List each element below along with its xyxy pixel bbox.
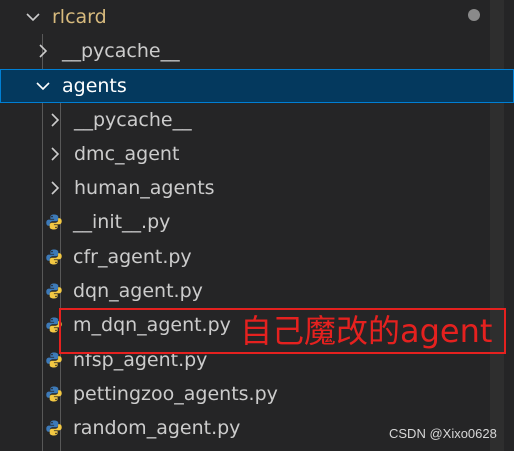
tree-item-label: agents xyxy=(62,75,127,97)
python-icon xyxy=(45,213,63,231)
python-icon xyxy=(45,248,63,266)
python-icon xyxy=(45,385,63,403)
tree-item-label: pettingzoo_agents.py xyxy=(73,383,278,405)
python-icon xyxy=(45,419,63,437)
tree-item-label: __pycache__ xyxy=(74,109,192,131)
tree-item-file[interactable]: pettingzoo_agents.py xyxy=(0,377,514,411)
annotation-text: 自己魔改的agent xyxy=(240,312,493,350)
chevron-right-icon xyxy=(46,179,64,197)
tree-item-file[interactable]: dqn_agent.py xyxy=(0,274,514,308)
watermark: CSDN @Xixo0628 xyxy=(389,426,497,441)
tree-root-label: rlcard xyxy=(52,6,107,28)
tree-item-file[interactable]: cfr_agent.py xyxy=(0,240,514,274)
tree-item-label: __init__.py xyxy=(73,211,171,233)
tree-item-label: human_agents xyxy=(74,177,215,199)
tree-item-label: __pycache__ xyxy=(62,40,180,62)
python-icon xyxy=(45,282,63,300)
tree-item-label: dqn_agent.py xyxy=(73,280,203,302)
tree-item-folder[interactable]: __pycache__ xyxy=(0,103,514,137)
chevron-right-icon xyxy=(34,42,52,60)
tree-item-folder[interactable]: human_agents xyxy=(0,171,514,205)
modified-dot-icon xyxy=(468,9,480,21)
tree-item-folder[interactable]: __pycache__ xyxy=(0,34,514,68)
tree-item-folder-selected[interactable]: agents xyxy=(0,69,514,103)
chevron-right-icon xyxy=(46,145,64,163)
tree-item-folder[interactable]: dmc_agent xyxy=(0,137,514,171)
chevron-down-icon xyxy=(24,8,42,26)
file-explorer: rlcard __pycache__ agents __pycache__ dm… xyxy=(0,0,514,451)
tree-item-file[interactable]: __init__.py xyxy=(0,205,514,239)
tree-item-label: random_agent.py xyxy=(73,417,241,439)
tree-item-label: cfr_agent.py xyxy=(73,246,192,268)
tree-item-label: dmc_agent xyxy=(74,143,180,165)
chevron-right-icon xyxy=(46,111,64,129)
tree-root-rlcard[interactable]: rlcard xyxy=(0,0,514,34)
chevron-down-icon xyxy=(34,77,52,95)
